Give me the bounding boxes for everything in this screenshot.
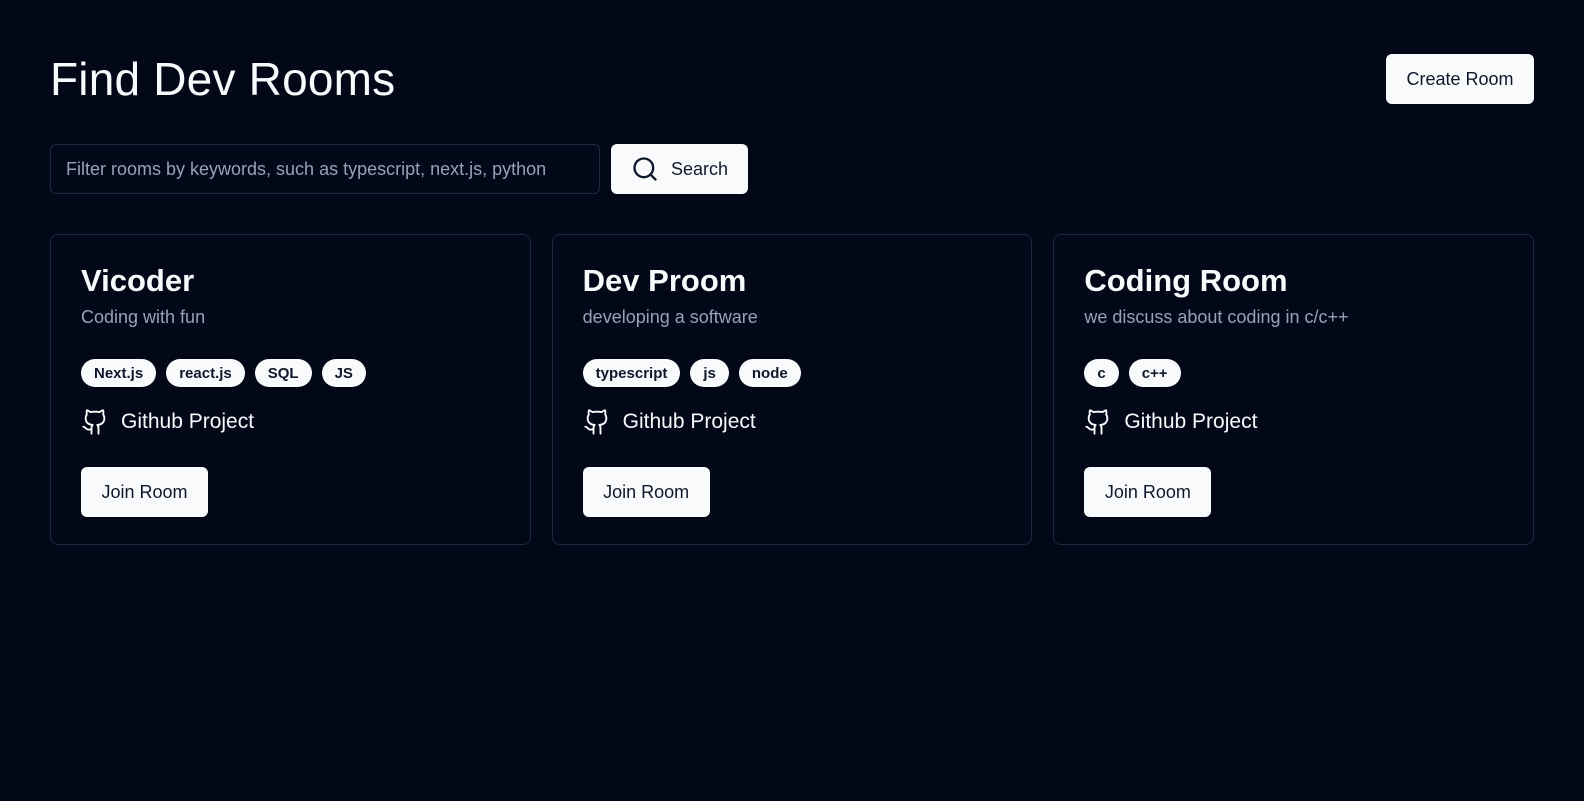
room-card: Coding Room we discuss about coding in c… <box>1053 234 1535 545</box>
header: Find Dev Rooms Create Room <box>50 0 1534 104</box>
github-project-label: Github Project <box>121 410 255 433</box>
github-project-label: Github Project <box>1124 410 1258 433</box>
room-card: Vicoder Coding with fun Next.js react.js… <box>50 234 531 545</box>
tag-badge[interactable]: c++ <box>1128 359 1181 387</box>
tag-badge[interactable]: js <box>690 359 729 387</box>
room-card: Dev Proom developing a software typescri… <box>551 234 1033 545</box>
tag-badge[interactable]: node <box>738 359 801 387</box>
create-room-button[interactable]: Create Room <box>1386 54 1534 104</box>
tag-badge[interactable]: Next.js <box>81 359 157 387</box>
github-project-link[interactable]: Github Project <box>583 407 1002 437</box>
github-project-link[interactable]: Github Project <box>81 407 500 437</box>
room-name: Vicoder <box>81 263 195 298</box>
tag-badge[interactable]: typescript <box>582 359 681 387</box>
search-icon <box>633 157 657 181</box>
room-description: developing a software <box>582 307 758 327</box>
join-room-button[interactable]: Join Room <box>1084 467 1212 517</box>
tag-badge[interactable]: react.js <box>166 359 245 387</box>
search-bar: Search <box>50 144 1534 194</box>
github-icon <box>584 409 607 435</box>
page: Find Dev Rooms Create Room Search Vicode… <box>0 0 1584 801</box>
room-list: Vicoder Coding with fun Next.js react.js… <box>50 234 1535 545</box>
github-icon <box>82 409 106 435</box>
search-button-label: Search <box>670 158 729 179</box>
join-room-button[interactable]: Join Room <box>81 467 208 517</box>
tag-badge[interactable]: SQL <box>254 359 312 387</box>
room-tags: c c++ <box>1084 359 1503 387</box>
github-project-label: Github Project <box>622 410 756 433</box>
search-button[interactable]: Search <box>611 144 748 194</box>
room-description: Coding with fun <box>81 307 206 327</box>
page-title: Find Dev Rooms <box>50 53 396 105</box>
tag-badge[interactable]: JS <box>321 359 366 387</box>
tag-badge[interactable]: c <box>1084 359 1119 387</box>
room-name: Coding Room <box>1084 263 1288 298</box>
search-input[interactable] <box>50 144 600 194</box>
room-description: we discuss about coding in c/c++ <box>1084 307 1349 327</box>
github-project-link[interactable]: Github Project <box>1084 407 1503 437</box>
join-room-button[interactable]: Join Room <box>582 467 710 517</box>
room-name: Dev Proom <box>582 263 747 298</box>
room-tags: Next.js react.js SQL JS <box>81 359 500 387</box>
room-tags: typescript js node <box>582 359 1002 387</box>
github-icon <box>1085 409 1109 435</box>
